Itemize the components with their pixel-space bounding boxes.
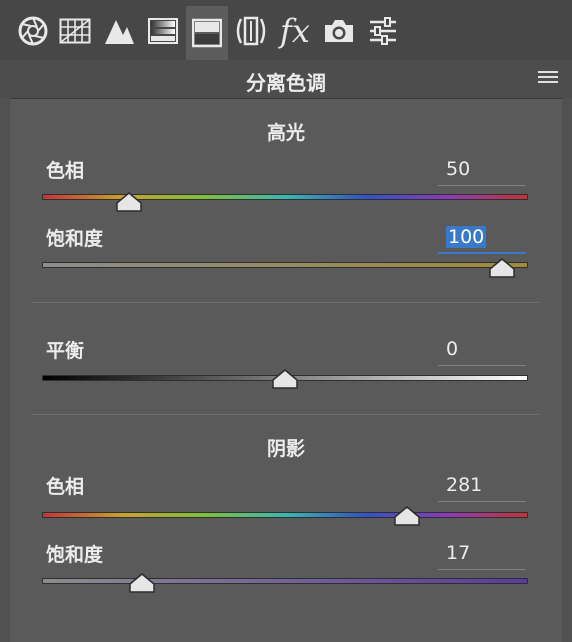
lens-correction-icon[interactable]	[230, 10, 272, 52]
panel-left-edge	[0, 98, 10, 642]
shadows-hue-label: 色相	[46, 476, 85, 498]
highlights-saturation-label: 饱和度	[46, 228, 104, 250]
shadows-hue-slider-thumb[interactable]	[393, 506, 420, 526]
shadows-hue-value[interactable]: 281	[438, 470, 526, 502]
aperture-icon[interactable]	[12, 10, 54, 52]
fx-icon[interactable]: fx	[274, 10, 316, 52]
split-toning-icon[interactable]	[186, 6, 228, 60]
camera-icon[interactable]	[318, 10, 360, 52]
highlights-hue-label: 色相	[46, 160, 85, 182]
shadows-saturation-label: 饱和度	[46, 544, 104, 566]
gradient-bars-icon[interactable]	[142, 10, 184, 52]
highlights-saturation-slider[interactable]	[42, 262, 528, 268]
shadows-saturation-value[interactable]: 17	[438, 538, 526, 570]
hamburger-menu-icon[interactable]	[538, 71, 558, 87]
shadows-section-title: 阴影	[266, 438, 305, 460]
highlights-hue-slider-thumb[interactable]	[116, 192, 142, 212]
panel-header: 分离色调	[0, 60, 572, 99]
balance-value[interactable]: 0	[438, 334, 526, 366]
balance-label: 平衡	[46, 340, 85, 362]
sliders-icon[interactable]	[362, 10, 404, 52]
highlights-saturation-slider-thumb[interactable]	[489, 258, 515, 278]
shadows-saturation-slider[interactable]	[42, 578, 528, 584]
section-divider	[32, 302, 540, 303]
section-divider	[32, 414, 540, 415]
panel-right-edge	[562, 98, 572, 642]
shadows-hue-slider[interactable]	[42, 512, 528, 518]
highlights-hue-value[interactable]: 50	[438, 154, 526, 186]
fx-icon-label: fx	[280, 12, 310, 50]
grid-table-icon[interactable]	[54, 10, 96, 52]
panel-title: 分离色调	[246, 71, 326, 95]
balance-slider-thumb[interactable]	[272, 369, 298, 389]
highlights-section-title: 高光	[266, 122, 305, 144]
mountains-icon[interactable]	[98, 10, 140, 52]
shadows-saturation-slider-thumb[interactable]	[129, 573, 155, 593]
highlights-saturation-value[interactable]: 100	[438, 222, 526, 254]
panel-toolbar: fx	[0, 0, 572, 60]
